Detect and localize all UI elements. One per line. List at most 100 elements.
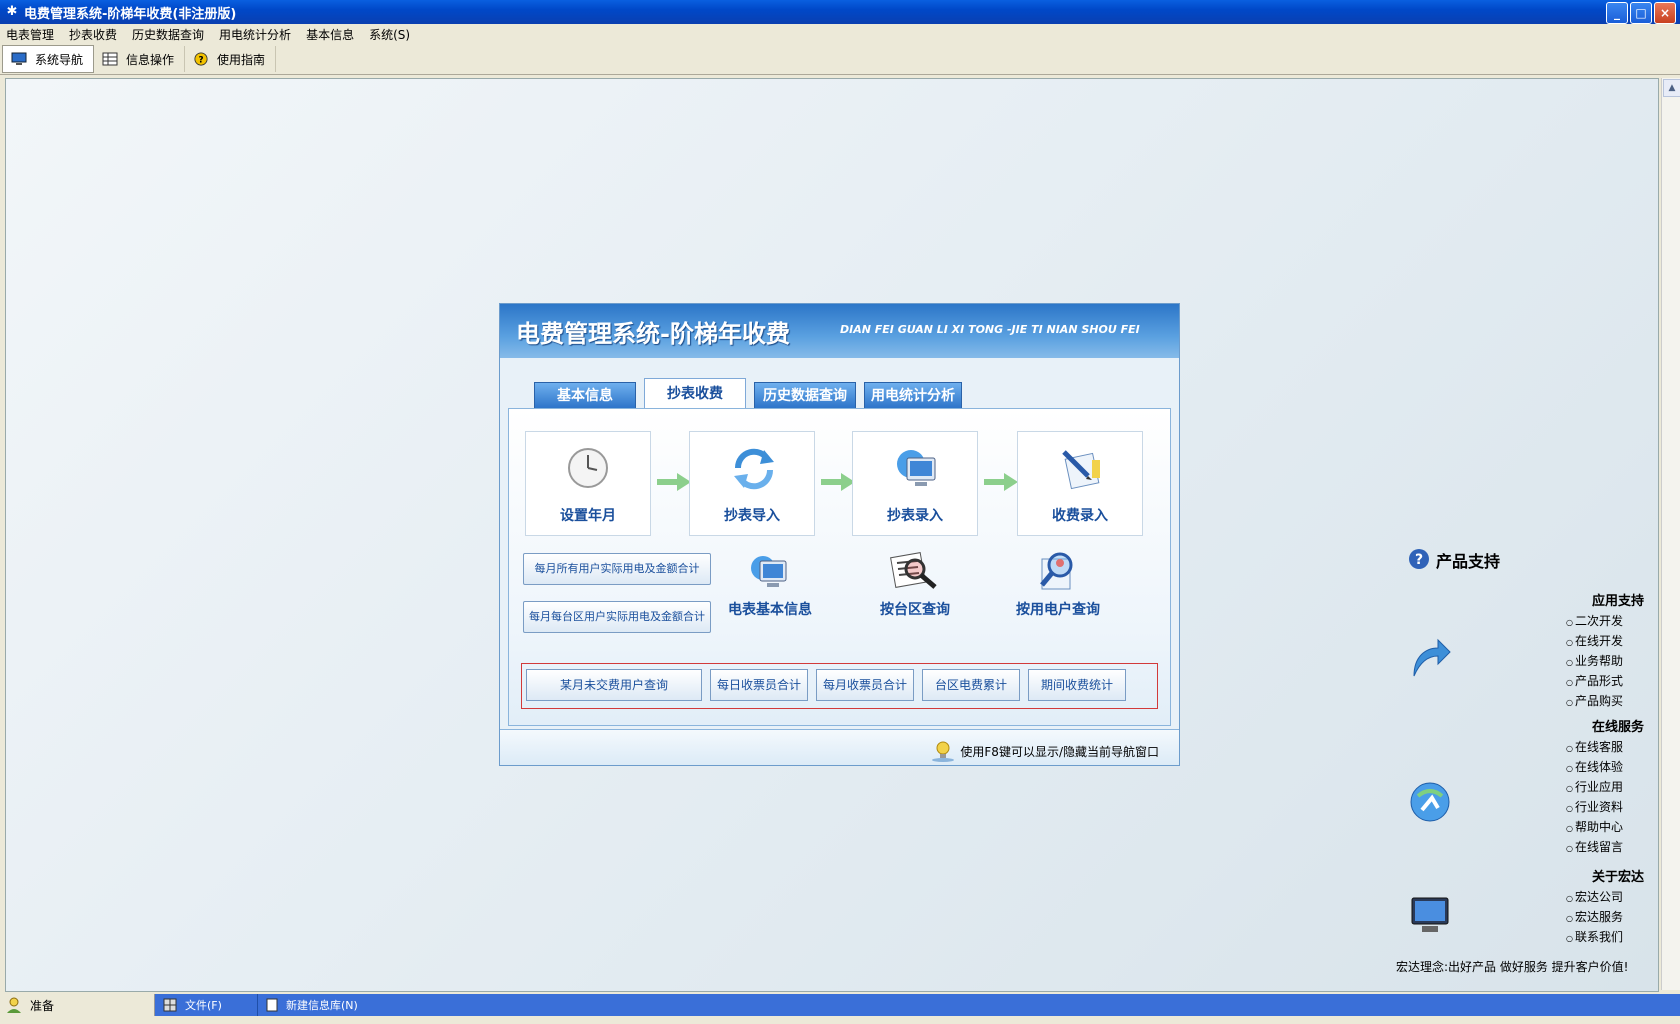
area-query-button[interactable]: 按台区查询 (865, 547, 965, 619)
minimize-button[interactable]: _ (1606, 2, 1628, 24)
about-heading: 关于宏达 (1591, 870, 1644, 885)
status-ready: 准备 (0, 994, 155, 1016)
window-bottom-edge (0, 1016, 1680, 1024)
user-guide-label: 使用指南 (217, 52, 266, 67)
online-service-list: 在线客服 在线体验 行业应用 行业资料 帮助中心 在线留言 (1566, 738, 1623, 858)
status-file-label: 文件(F) (185, 999, 222, 1012)
set-year-month-label: 设置年月 (560, 508, 616, 524)
charge-entry-label: 收费录入 (1052, 508, 1108, 524)
maximize-button[interactable]: □ (1630, 2, 1652, 24)
f8-tip-label: 使用F8键可以显示/隐藏当前导航窗口 (960, 744, 1159, 759)
status-new-db-button[interactable]: 新建信息库(N) (258, 997, 358, 1013)
meter-import-button[interactable]: 抄表导入 (689, 431, 815, 536)
lightbulb-icon (932, 741, 955, 762)
tab-usage-stats[interactable]: 用电统计分析 (864, 382, 962, 409)
f8-tip: 使用F8键可以显示/隐藏当前导航窗口 (930, 740, 1159, 762)
svg-text:?: ? (198, 56, 203, 66)
sync-arrows-icon (734, 448, 774, 490)
status-bar: 准备 文件(F) 新建信息库(N) (0, 994, 1680, 1016)
navigation-panel: 电费管理系统-阶梯年收费 DIAN FEI GUAN LI XI TONG -J… (499, 303, 1180, 766)
link-online-trial[interactable]: 在线体验 (1566, 758, 1623, 778)
link-contact-us[interactable]: 联系我们 (1566, 928, 1623, 948)
scroll-up-icon[interactable]: ▲ (1663, 79, 1680, 97)
svg-text:?: ? (1415, 552, 1423, 568)
monitor-icon (11, 52, 27, 65)
period-charge-stats-button[interactable]: 期间收费统计 (1028, 669, 1126, 701)
status-file-button[interactable]: 文件(F) (155, 994, 258, 1016)
set-year-month-button[interactable]: 设置年月 (525, 431, 651, 536)
document-icon (266, 998, 278, 1012)
support-title: 产品支持 (1436, 552, 1501, 571)
link-business-help[interactable]: 业务帮助 (1566, 652, 1623, 672)
meter-entry-button[interactable]: 抄表录入 (852, 431, 978, 536)
menu-system[interactable]: 系统(S) (363, 26, 419, 43)
person-icon (7, 997, 21, 1013)
vertical-scrollbar[interactable]: ▲ (1661, 78, 1680, 990)
link-online-message[interactable]: 在线留言 (1566, 838, 1623, 858)
panel-title: 电费管理系统-阶梯年收费 (516, 319, 790, 348)
menu-history-query[interactable]: 历史数据查询 (126, 26, 213, 43)
app-support-heading: 应用支持 (1591, 594, 1644, 609)
menu-meter-charge[interactable]: 抄表收费 (63, 26, 126, 43)
arrow-right-icon (821, 473, 855, 491)
link-hongda-service[interactable]: 宏达服务 (1566, 908, 1623, 928)
close-button[interactable]: × (1654, 2, 1676, 24)
table-icon (102, 52, 118, 66)
clock-icon (568, 448, 608, 488)
link-online-dev[interactable]: 在线开发 (1566, 632, 1623, 652)
menu-basic-info[interactable]: 基本信息 (300, 26, 363, 43)
daily-collector-total-button[interactable]: 每日收票员合计 (710, 669, 808, 701)
link-industry-docs[interactable]: 行业资料 (1566, 798, 1623, 818)
meter-basic-info-button[interactable]: 电表基本信息 (714, 551, 826, 619)
monthly-all-users-summary-button[interactable]: 每月所有用户实际用电及金额合计 (523, 553, 711, 585)
panel-title-pinyin: DIAN FEI GUAN LI XI TONG -JIE TI NIAN SH… (840, 323, 1140, 336)
link-industry-apps[interactable]: 行业应用 (1566, 778, 1623, 798)
user-query-button[interactable]: 按用电户查询 (998, 547, 1118, 619)
menu-meter-manage[interactable]: 电表管理 (0, 26, 63, 43)
curved-arrow-icon (1413, 638, 1451, 677)
link-product-purchase[interactable]: 产品购买 (1566, 692, 1623, 712)
company-motto: 宏达理念:出好产品 做好服务 提升客户价值! (1396, 960, 1629, 974)
panel-footer: 使用F8键可以显示/隐藏当前导航窗口 (500, 729, 1179, 765)
meter-entry-label: 抄表录入 (887, 508, 943, 524)
link-online-cs[interactable]: 在线客服 (1566, 738, 1623, 758)
link-hongda-company[interactable]: 宏达公司 (1566, 888, 1623, 908)
charge-entry-button[interactable]: 收费录入 (1017, 431, 1143, 536)
app-icon: ✱ (6, 4, 18, 19)
menu-usage-stats[interactable]: 用电统计分析 (213, 26, 300, 43)
tab-history-query[interactable]: 历史数据查询 (754, 382, 856, 409)
info-ops-button[interactable]: 信息操作 (94, 46, 186, 72)
arrow-right-icon (657, 473, 691, 491)
monthly-collector-total-button[interactable]: 每月收票员合计 (816, 669, 914, 701)
panel-tabs: 基本信息 抄表收费 历史数据查询 用电统计分析 (534, 378, 962, 410)
arrow-right-icon (984, 473, 1018, 491)
area-query-label: 按台区查询 (880, 602, 950, 618)
monthly-area-users-summary-button[interactable]: 每月每台区用户实际用电及金额合计 (523, 601, 711, 633)
link-product-form[interactable]: 产品形式 (1566, 672, 1623, 692)
pen-document-icon (1062, 450, 1100, 490)
help-icon: ? (194, 52, 208, 66)
online-service-heading: 在线服务 (1591, 720, 1644, 735)
user-query-label: 按用电户查询 (1016, 602, 1100, 618)
menu-bar: 电表管理 抄表收费 历史数据查询 用电统计分析 基本信息 系统(S) (0, 24, 1680, 44)
area-fee-cumulative-button[interactable]: 台区电费累计 (922, 669, 1020, 701)
system-nav-button[interactable]: 系统导航 (2, 45, 95, 73)
info-ops-label: 信息操作 (126, 52, 175, 67)
unpaid-users-query-button[interactable]: 某月未交费用户查询 (526, 669, 702, 701)
tab-meter-charge[interactable]: 抄表收费 (644, 378, 746, 410)
search-user-icon (1040, 552, 1073, 590)
panel-header: 电费管理系统-阶梯年收费 DIAN FEI GUAN LI XI TONG -J… (500, 304, 1179, 358)
app-support-list: 二次开发 在线开发 业务帮助 产品形式 产品购买 (1566, 612, 1623, 712)
link-help-center[interactable]: 帮助中心 (1566, 818, 1623, 838)
tab-content: 设置年月 抄表导入 抄表录入 收费录入 每月所有用户实际用电及金额合计 每月每台… (508, 408, 1171, 726)
title-bar: ✱ 电费管理系统-阶梯年收费(非注册版) _ □ × (0, 0, 1680, 24)
report-buttons-group: 某月未交费用户查询 每日收票员合计 每月收票员合计 台区电费累计 期间收费统计 (521, 663, 1158, 709)
user-guide-button[interactable]: ? 使用指南 (185, 46, 277, 72)
meter-basic-info-label: 电表基本信息 (728, 602, 812, 618)
link-secondary-dev[interactable]: 二次开发 (1566, 612, 1623, 632)
system-nav-label: 系统导航 (35, 52, 84, 67)
tab-basic-info[interactable]: 基本信息 (534, 382, 636, 409)
computer-icon (751, 556, 787, 587)
grid-icon (163, 998, 177, 1012)
help-circle-icon: ? (1409, 549, 1429, 569)
